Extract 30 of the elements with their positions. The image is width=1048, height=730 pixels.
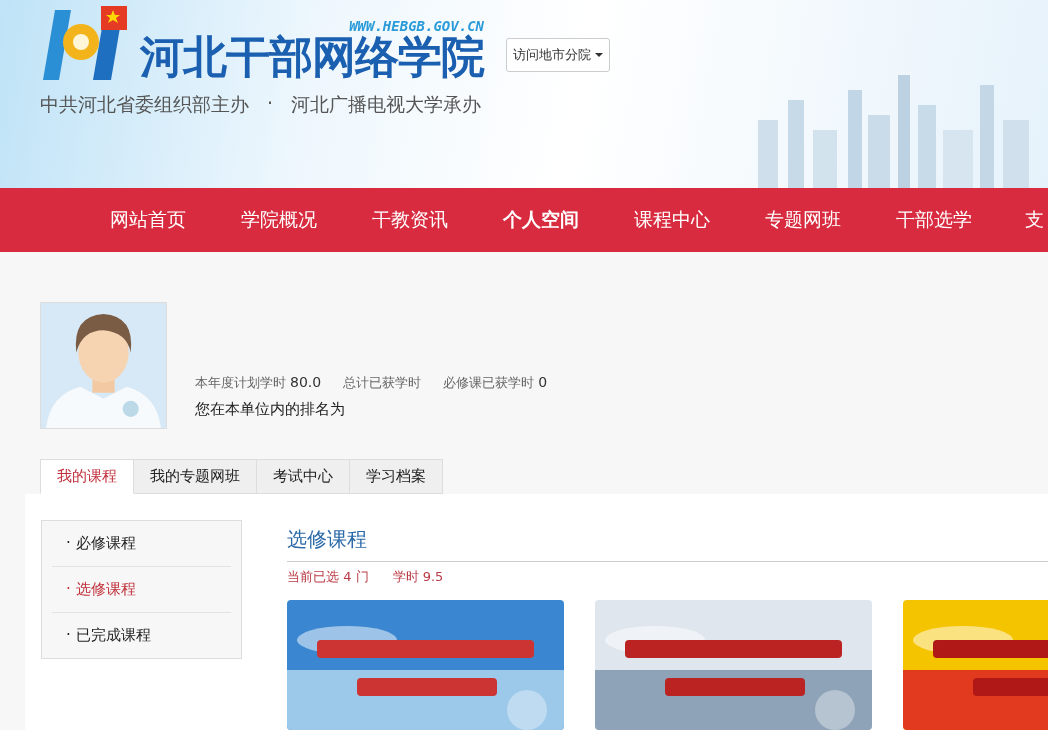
nav-item[interactable]: 支 bbox=[1025, 207, 1045, 233]
nav-item[interactable]: 个人空间 bbox=[501, 207, 581, 233]
stat-text: 总计已获学时 bbox=[343, 374, 422, 392]
sponsor-text: 中共河北省委组织部主办 bbox=[40, 92, 249, 117]
nav-item[interactable]: 干教资讯 bbox=[370, 207, 450, 233]
nav-item[interactable]: 课程中心 bbox=[632, 207, 712, 233]
sidebar-item[interactable]: · 选修课程 bbox=[52, 566, 231, 612]
sidebar-item[interactable]: · 必修课程 bbox=[52, 521, 231, 566]
site-name: 河北干部网络学院 bbox=[140, 34, 484, 80]
sidebar-item[interactable]: · 已完成课程 bbox=[52, 612, 231, 658]
hours-text: 学时 9.5 bbox=[392, 568, 444, 586]
separator: · bbox=[267, 92, 274, 116]
stat-text: 必修课已获学时 0 bbox=[443, 374, 548, 392]
stat-text: 本年度计划学时 80.0 bbox=[195, 374, 322, 392]
nav-item[interactable]: 学院概况 bbox=[239, 207, 319, 233]
tab[interactable]: 我的课程 bbox=[40, 459, 134, 494]
branch-dropdown[interactable]: 访问地市分院 bbox=[506, 38, 610, 72]
nav-item[interactable]: 网站首页 bbox=[108, 207, 188, 233]
site-url: WWW.HEBGB.GOV.CN bbox=[349, 18, 484, 34]
co-sponsor-text: 河北广播电视大学承办 bbox=[291, 92, 482, 117]
nav-item[interactable]: 专题网班 bbox=[763, 207, 843, 233]
tab[interactable]: 我的专题网班 bbox=[134, 459, 257, 494]
section-title: 选修课程 bbox=[287, 520, 1048, 562]
selected-count: 当前已选 4 门 bbox=[287, 568, 369, 586]
tab[interactable]: 考试中心 bbox=[257, 459, 350, 494]
caret-icon bbox=[595, 53, 603, 57]
ranking-text: 您在本单位内的排名为 bbox=[195, 400, 346, 419]
avatar-icon bbox=[40, 302, 167, 429]
tab[interactable]: 学习档案 bbox=[350, 459, 443, 494]
nav-item[interactable]: 干部选学 bbox=[894, 207, 974, 233]
